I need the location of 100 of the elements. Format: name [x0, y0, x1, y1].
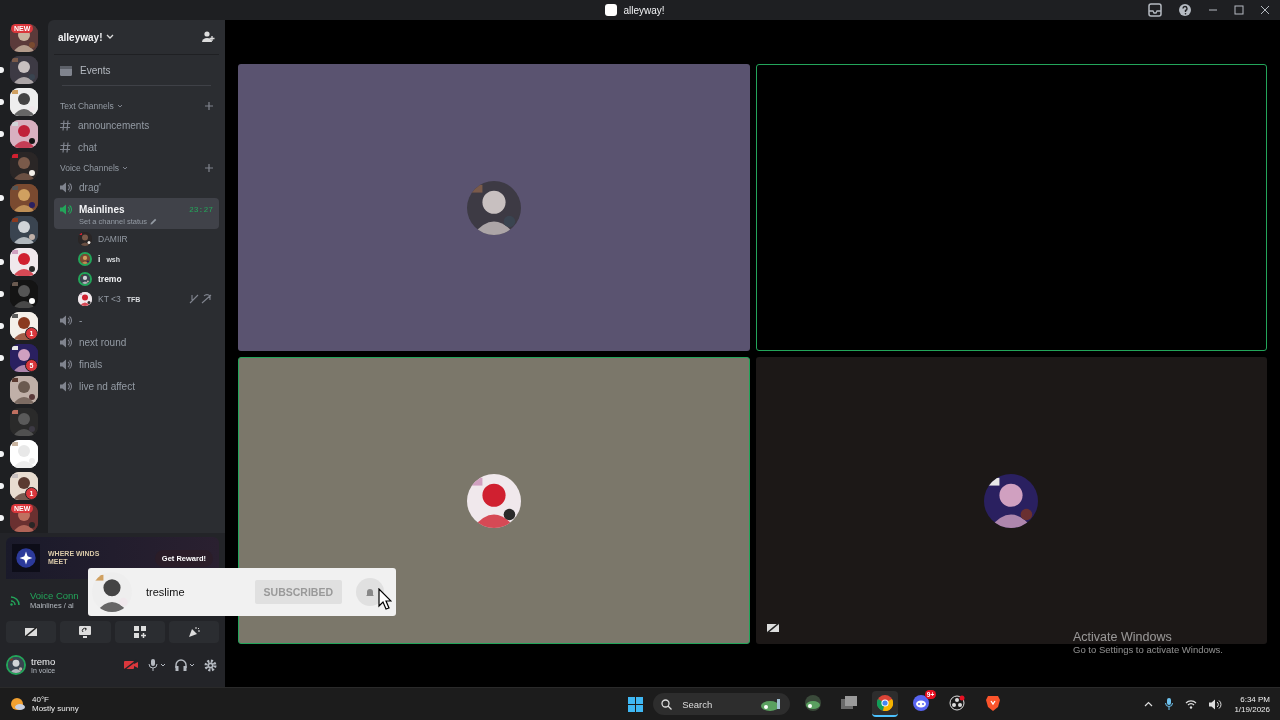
search-icon — [661, 698, 673, 710]
category-header[interactable]: Text Channels — [60, 101, 114, 111]
windows-icon — [841, 696, 858, 710]
browser-icon — [877, 695, 894, 711]
add-member-icon[interactable] — [202, 31, 215, 43]
member-avatar[interactable] — [78, 252, 92, 266]
member-name[interactable]: tremo — [98, 274, 122, 284]
video-tile[interactable] — [238, 64, 750, 351]
help-icon[interactable] — [1178, 3, 1192, 17]
weather-icon[interactable] — [10, 697, 26, 711]
add-icon[interactable] — [205, 164, 213, 172]
hash-icon — [60, 141, 71, 153]
server-icon[interactable] — [10, 376, 38, 404]
channel-item[interactable]: finals — [54, 353, 219, 375]
camera-off-icon — [25, 627, 38, 637]
server-icon[interactable] — [10, 216, 38, 244]
unread-indicator — [0, 483, 4, 489]
server-icon[interactable] — [10, 184, 38, 212]
unread-indicator — [0, 323, 4, 329]
microphone-button[interactable] — [146, 657, 168, 673]
recorder-icon — [949, 695, 966, 711]
signal-icon — [10, 594, 22, 606]
maximize-icon[interactable] — [1234, 5, 1244, 15]
speaker-icon — [60, 203, 72, 215]
screen-share-icon — [79, 626, 92, 638]
member-name[interactable]: i — [98, 254, 101, 264]
game-logo-icon — [12, 544, 40, 572]
window-title: alleyway! — [623, 4, 665, 16]
server-icon[interactable] — [10, 248, 38, 276]
member-avatar[interactable] — [78, 292, 92, 306]
video-tile[interactable] — [755, 64, 1267, 351]
cursor-icon — [378, 588, 392, 610]
member-name[interactable]: KT <3 — [98, 294, 121, 304]
calendar-icon — [60, 65, 72, 76]
speaker-icon — [60, 314, 72, 326]
headphones-icon — [175, 659, 195, 671]
close-icon[interactable] — [1260, 5, 1270, 15]
server-icon[interactable] — [10, 120, 38, 148]
video-tile[interactable] — [755, 357, 1267, 644]
search-bar[interactable]: Search — [653, 693, 791, 715]
microphone-icon — [148, 659, 166, 671]
bell-icon — [365, 587, 375, 597]
server-icon[interactable] — [10, 56, 38, 84]
channel-item[interactable]: drag' — [54, 176, 219, 198]
server-icon[interactable] — [10, 88, 38, 116]
activation-title: Activate Windows — [1073, 630, 1173, 644]
clock-time[interactable]: 6:34 PM — [1240, 694, 1270, 704]
clock-date[interactable]: 1/19/2026 — [1234, 704, 1270, 714]
user-avatar[interactable] — [6, 655, 26, 675]
speaker-icon — [60, 380, 72, 392]
events-link[interactable]: Events — [80, 65, 111, 76]
chat-app-icon — [913, 695, 930, 711]
unread-indicator — [0, 451, 4, 457]
taskbar-app-button[interactable] — [872, 691, 899, 717]
unread-indicator — [0, 195, 4, 201]
volume-icon[interactable] — [1209, 698, 1223, 710]
pencil-icon[interactable] — [149, 218, 157, 225]
user-name: tremo — [31, 656, 56, 667]
camera-off-button[interactable] — [6, 621, 57, 643]
activities-button[interactable] — [114, 621, 165, 643]
chevron-up-icon[interactable] — [1144, 701, 1154, 707]
search-input[interactable]: Search — [680, 697, 753, 711]
screen-share-button[interactable] — [60, 621, 111, 643]
channel-item[interactable]: live nd affect — [54, 375, 219, 397]
temperature: 40°F — [32, 695, 50, 704]
unread-indicator — [0, 259, 4, 265]
server-icon[interactable] — [10, 280, 38, 308]
member-name[interactable]: DAMIIR — [98, 234, 128, 244]
category-header[interactable]: Voice Channels — [60, 163, 120, 173]
start-icon[interactable] — [628, 696, 644, 712]
headphones-button[interactable] — [173, 657, 197, 673]
settings-icon — [204, 658, 217, 672]
unread-indicator — [0, 291, 4, 297]
channel-item[interactable]: - — [54, 309, 219, 331]
weather-description: Mostly sunny — [32, 704, 79, 713]
speaker-icon — [60, 358, 72, 370]
hash-icon — [60, 119, 71, 131]
wifi-icon[interactable] — [1185, 699, 1198, 709]
microphone-icon[interactable] — [1165, 698, 1174, 710]
activities-icon — [133, 626, 146, 638]
lion-icon — [986, 695, 1001, 711]
add-icon[interactable] — [205, 102, 213, 110]
video-tile[interactable] — [238, 357, 750, 644]
channel-item[interactable]: chat — [54, 136, 219, 158]
channel-item[interactable]: next round — [54, 331, 219, 353]
unread-indicator — [0, 99, 4, 105]
soundboard-button[interactable] — [168, 621, 219, 643]
camera-off-icon — [766, 623, 779, 633]
voice-status: Voice Conn — [30, 590, 79, 601]
activation-message: Go to Settings to activate Windows. — [1073, 644, 1223, 655]
camera-icon — [123, 659, 139, 671]
member-avatar[interactable] — [78, 272, 92, 286]
channel-item[interactable]: announcements — [54, 114, 219, 136]
member-avatar[interactable] — [78, 232, 92, 246]
server-icon[interactable] — [10, 440, 38, 468]
server-icon — [605, 4, 618, 16]
server-icon[interactable] — [10, 152, 38, 180]
inbox-icon[interactable] — [1148, 3, 1162, 17]
server-name[interactable]: alleyway! — [58, 31, 103, 43]
chevron-icon[interactable] — [106, 34, 115, 40]
